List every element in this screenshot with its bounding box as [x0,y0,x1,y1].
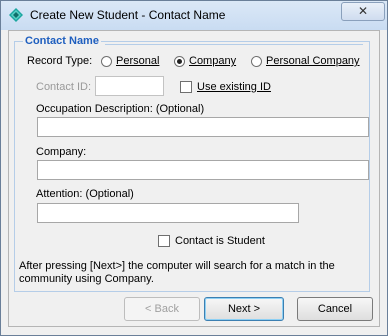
occupation-label: Occupation Description: (Optional) [36,103,205,115]
use-existing-id-label[interactable]: Use existing ID [197,81,271,93]
radio-personal[interactable] [101,56,112,67]
radio-personal-company-label[interactable]: Personal Company [266,55,360,67]
use-existing-id-checkbox[interactable] [180,81,192,93]
close-button[interactable]: ✕ [341,2,385,21]
occupation-input[interactable] [37,117,369,137]
info-text-line1: After pressing [Next>] the computer will… [19,260,335,272]
radio-personal-company[interactable] [251,56,262,67]
next-button[interactable]: Next > [204,297,284,321]
company-label: Company: [36,146,87,158]
back-button[interactable]: < Back [124,297,200,321]
cancel-button[interactable]: Cancel [297,297,373,321]
title-bar[interactable]: Create New Student - Contact Name ✕ [1,1,387,30]
contact-is-student-label[interactable]: Contact is Student [175,235,265,247]
company-input[interactable] [37,160,369,180]
record-type-label: Record Type: [27,55,93,67]
radio-company[interactable] [174,56,185,67]
contact-id-label: Contact ID: [36,81,92,93]
app-diamond-icon [9,8,23,22]
attention-input[interactable] [37,203,299,223]
radio-company-label[interactable]: Company [189,55,236,67]
attention-label: Attention: (Optional) [36,188,134,200]
window-title: Create New Student - Contact Name [30,8,226,22]
info-text-line2: community using Company. [19,273,154,285]
contact-is-student-checkbox[interactable] [158,235,170,247]
radio-personal-label[interactable]: Personal [116,55,159,67]
group-legend: Contact Name [23,35,101,47]
contact-id-input[interactable] [95,76,164,96]
record-type-divider [105,44,363,45]
